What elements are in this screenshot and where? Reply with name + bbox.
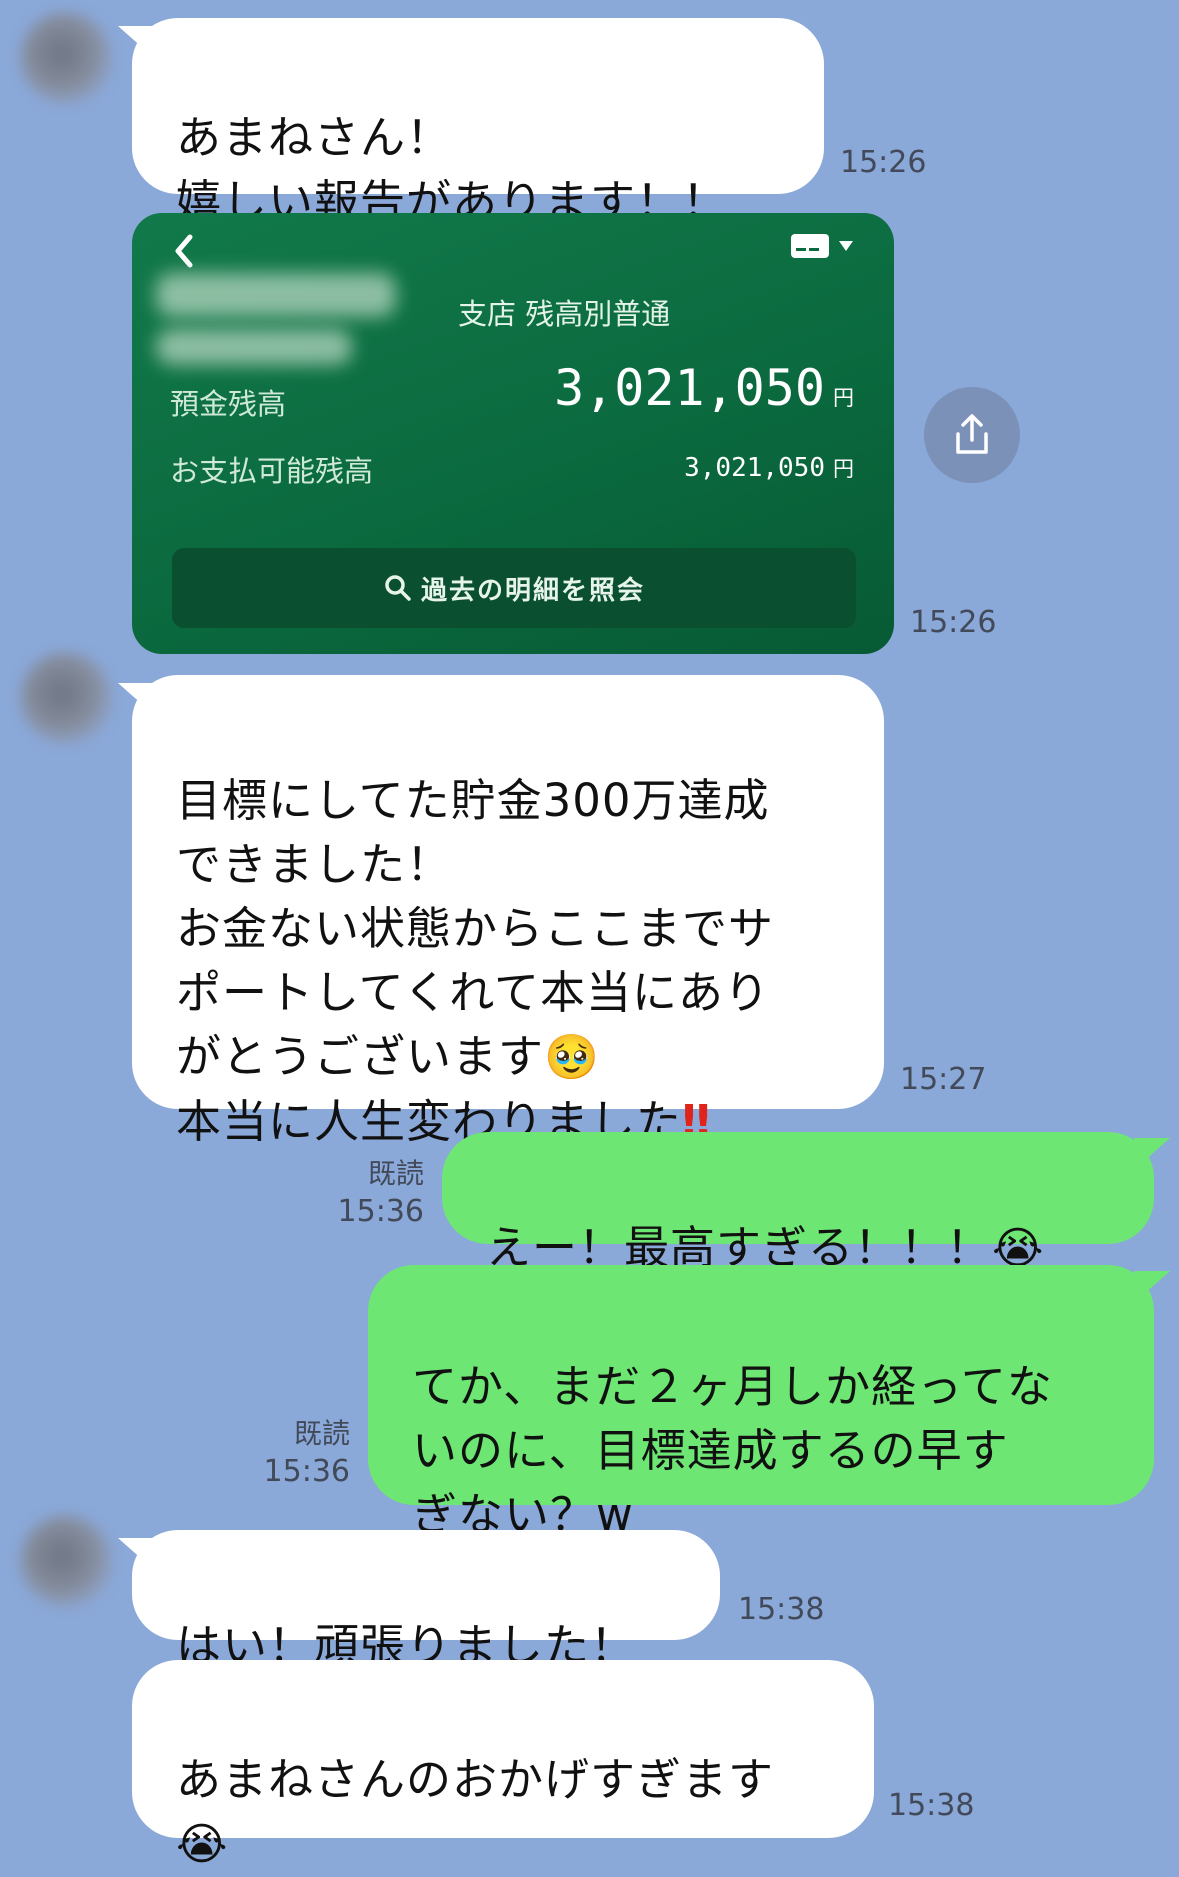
available-balance-label: お支払可能残高 — [170, 454, 374, 488]
deposit-balance-label: 預金残高 — [170, 387, 287, 421]
card-icon — [791, 234, 829, 258]
avatar[interactable] — [20, 652, 112, 744]
search-icon — [385, 575, 411, 601]
crying-face-emoji: 😭 — [176, 1819, 229, 1870]
view-statement-button[interactable]: 過去の明細を照会 — [172, 548, 856, 628]
available-balance-amount: 3,021,050 円 — [684, 453, 854, 483]
message-time: 15:26 — [910, 605, 997, 640]
incoming-message[interactable]: 目標にしてた貯金300万達成 できました！ お金ない状態からここまでサ ポートし… — [118, 675, 884, 1148]
deposit-balance-amount: 3,021,050 円 — [554, 359, 854, 417]
branch-label: 支店 残高別普通 — [458, 297, 671, 331]
message-text: あまねさんのおかげすぎます — [176, 1753, 775, 1806]
avatar[interactable] — [20, 1515, 112, 1607]
pleading-face-emoji: 🥹 — [544, 1032, 600, 1083]
blurred-account-number — [156, 329, 352, 365]
message-time: 15:27 — [900, 1062, 987, 1097]
message-text: 目標にしてた貯金300万達成 できました！ お金ない状態からここまでサ ポートし… — [176, 774, 775, 1083]
share-button[interactable] — [924, 387, 1020, 483]
message-time: 15:38 — [888, 1788, 975, 1823]
read-receipt: 既読 15:36 — [337, 1157, 424, 1229]
avatar[interactable] — [20, 12, 112, 104]
view-statement-label: 過去の明細を照会 — [420, 575, 645, 606]
outgoing-message[interactable]: えー！最高すぎる！！！😭 — [442, 1132, 1170, 1274]
dropdown-icon — [839, 241, 853, 251]
message-time: 15:38 — [738, 1592, 825, 1627]
incoming-message[interactable]: あまねさん！ 嬉しい報告があります！！ — [118, 18, 824, 228]
share-icon — [956, 414, 988, 454]
blurred-account-name — [156, 273, 396, 317]
bank-balance-image[interactable]: 支店 残高別普通 預金残高 3,021,050 円 お支払可能残高 3,021,0… — [132, 213, 894, 654]
message-text: あまねさん！ 嬉しい報告があります！！ — [176, 111, 729, 228]
message-time: 15:26 — [840, 145, 927, 180]
back-chevron-icon — [175, 234, 193, 268]
message-text: てか、まだ２ヶ月しか経ってな いのに、目標達成するの早す ぎない？w — [412, 1360, 1053, 1541]
read-receipt: 既読 15:36 — [263, 1417, 350, 1489]
incoming-message[interactable]: あまねさんのおかげすぎます 😭 — [132, 1660, 874, 1870]
incoming-message[interactable]: はい！頑張りました！ — [118, 1530, 720, 1672]
outgoing-message[interactable]: てか、まだ２ヶ月しか経ってな いのに、目標達成するの早す ぎない？w — [368, 1265, 1170, 1541]
